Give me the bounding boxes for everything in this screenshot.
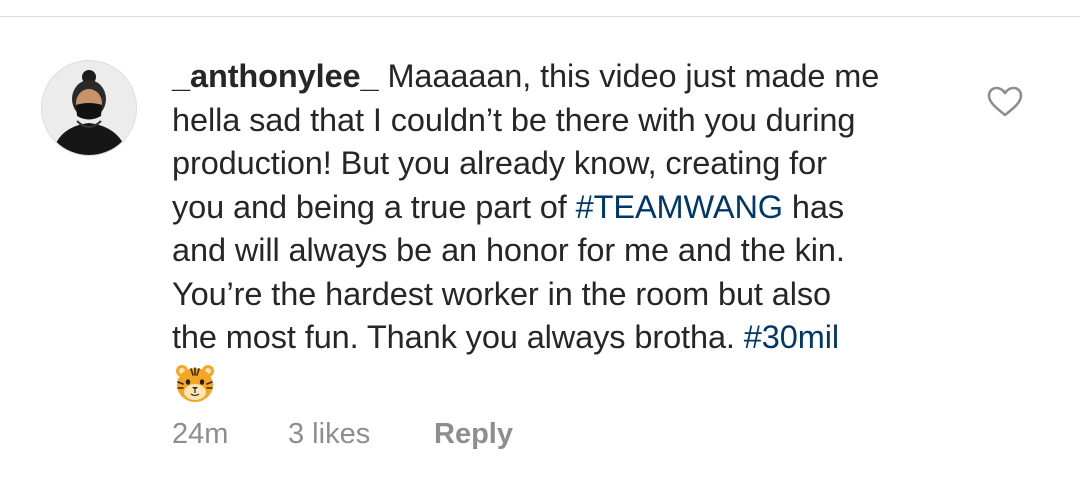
comment-line: the most fun. Thank you always brotha. #… (172, 316, 962, 360)
comment-text: and will always be an honor for me and t… (172, 232, 845, 268)
avatar-image (42, 61, 136, 155)
reply-button[interactable]: Reply (434, 418, 513, 451)
comment-line: production! But you already know, creati… (172, 142, 962, 186)
heart-outline-icon[interactable] (987, 86, 1023, 118)
emoji-line (172, 360, 962, 404)
comment-line: and will always be an honor for me and t… (172, 229, 962, 273)
username-link[interactable]: _anthonylee_ (172, 58, 379, 94)
likes-count[interactable]: 3 likes (288, 418, 434, 451)
comment-text: has (783, 188, 845, 225)
comment-text: Maaaaan, this video just made me (378, 58, 880, 94)
comment-text: production! But you already know, creati… (172, 145, 827, 181)
comment-meta: 24m 3 likes Reply (172, 418, 513, 451)
comment-line: You’re the hardest worker in the room bu… (172, 273, 962, 317)
comment-body: _anthonylee_ Maaaaan, this video just ma… (172, 55, 962, 404)
avatar[interactable] (41, 60, 137, 156)
comment-text: You’re the hardest worker in the room bu… (172, 275, 832, 312)
comment-line: _anthonylee_ Maaaaan, this video just ma… (172, 55, 962, 99)
comment-text: hella sad that I couldn’t be there with … (172, 101, 856, 138)
hashtag-teamwang-link[interactable]: #TEAMWANG (576, 189, 783, 225)
tiger-face-icon (176, 364, 214, 402)
timestamp[interactable]: 24m (172, 418, 288, 451)
comment-text: you and being a true part of (172, 188, 576, 225)
comment-line: you and being a true part of #TEAMWANG h… (172, 186, 962, 230)
comment-line: hella sad that I couldn’t be there with … (172, 99, 962, 143)
comment: _anthonylee_ Maaaaan, this video just ma… (0, 0, 1080, 489)
hashtag-30mil-link[interactable]: #30mil (744, 319, 839, 355)
comment-text: the most fun. Thank you always brotha. (172, 319, 744, 355)
